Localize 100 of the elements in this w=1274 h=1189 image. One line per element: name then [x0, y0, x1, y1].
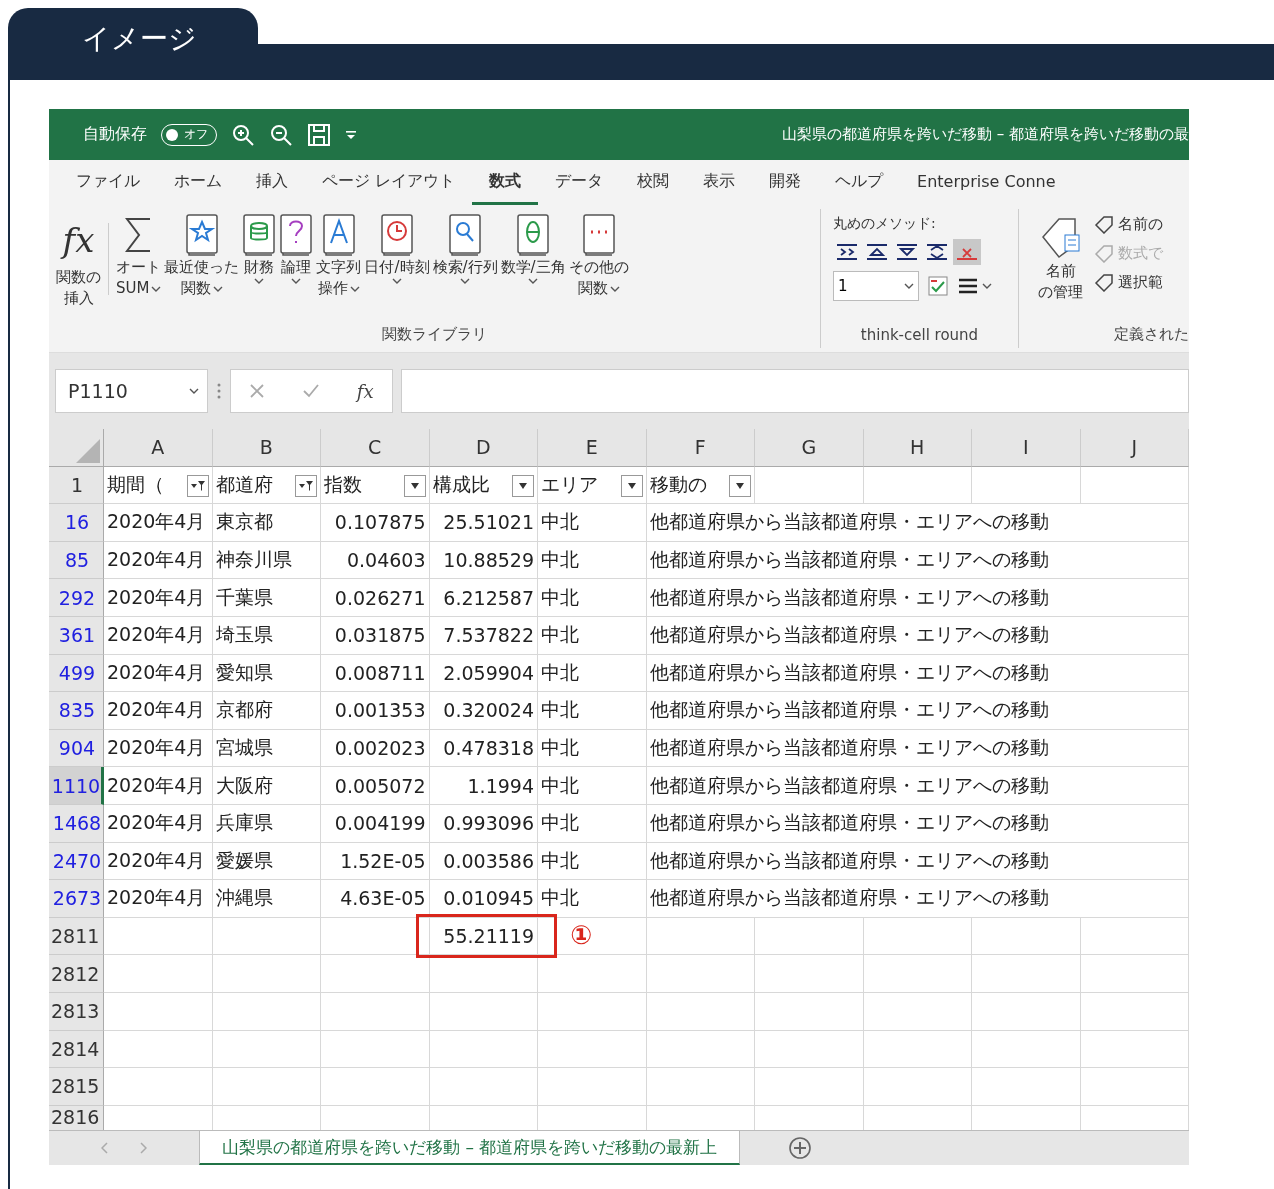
ribbon-tab[interactable]: ホーム [157, 160, 239, 205]
rounding-field[interactable]: 1 [833, 271, 919, 301]
sheet-tab[interactable]: 山梨県の都道府県を跨いだ移動 – 都道府県を跨いだ移動の最新上 [199, 1131, 741, 1165]
row-header[interactable]: 835 [49, 692, 104, 730]
caret-icon [212, 285, 223, 292]
ribbon-tab[interactable]: データ [538, 160, 621, 205]
column-header[interactable]: E [538, 429, 647, 467]
table-cell: 0.478318 [429, 729, 538, 768]
ribbon-button[interactable]: 文字列 操作 [315, 213, 363, 325]
ribbon-button[interactable]: 論理 [278, 213, 315, 325]
column-header[interactable]: D [429, 429, 538, 467]
rounding-icon [925, 241, 949, 263]
ribbon-tab[interactable]: 校閲 [620, 160, 687, 205]
filter-button[interactable] [729, 474, 751, 497]
table-cell: 中北 [538, 504, 647, 542]
row-header[interactable]: 2811 [49, 917, 104, 956]
column-header[interactable]: F [646, 429, 755, 467]
function-category-icon [321, 213, 356, 257]
function-category-icon [448, 213, 483, 257]
checklist-icon[interactable] [927, 275, 949, 297]
zoom-out-icon[interactable] [269, 122, 293, 147]
column-header[interactable]: I [972, 429, 1081, 467]
row-header[interactable]: 2470 [49, 842, 104, 881]
ribbon-button[interactable]: 検索/行列 [431, 213, 499, 325]
table-cell: 0.320024 [429, 692, 538, 730]
table-cell: 0.001353 [321, 692, 430, 730]
insert-function-button[interactable]: fx [356, 380, 374, 402]
customize-icon[interactable] [345, 129, 357, 140]
row-header[interactable]: 2673 [49, 880, 104, 918]
row-header[interactable]: 904 [49, 729, 104, 768]
names-menu-item[interactable]: 選択範 [1094, 273, 1163, 292]
column-header[interactable]: C [321, 429, 430, 467]
row-header[interactable]: 1468 [49, 804, 104, 843]
name-box[interactable]: P1110 [55, 369, 208, 413]
name-manager-button[interactable]: 名前 の管理 [1037, 215, 1084, 325]
row-header[interactable]: 292 [49, 579, 104, 617]
table-cell: 兵庫県 [212, 804, 321, 843]
table-cell: 大阪府 [212, 767, 321, 805]
column-header[interactable]: B [212, 429, 321, 467]
row-header[interactable]: 2813 [49, 992, 104, 1031]
save-icon[interactable] [307, 122, 331, 147]
table-cell: 0.993096 [429, 804, 538, 843]
column-header[interactable]: J [1080, 429, 1189, 467]
table-cell: 0.002023 [321, 729, 430, 768]
ribbon-button[interactable]: 最近使った 関数 [163, 213, 241, 325]
ribbon-tab[interactable]: ファイル [59, 160, 157, 205]
function-category-icon [184, 213, 219, 257]
column-header[interactable]: A [104, 429, 213, 467]
row-header[interactable]: 1 [49, 466, 104, 505]
ribbon-tab[interactable]: 表示 [686, 160, 753, 205]
grip-icon [216, 382, 222, 400]
table-cell: エリア [538, 466, 647, 505]
row-header[interactable]: 2815 [49, 1068, 104, 1106]
table-cell: 2020年4月 [104, 804, 213, 843]
filter-button[interactable] [186, 474, 209, 497]
filter-icon [298, 478, 314, 493]
zoom-in-icon[interactable] [231, 122, 255, 147]
caret-icon [291, 278, 302, 284]
filter-button[interactable] [620, 474, 643, 497]
ribbon-button[interactable]: 日付/時刻 [363, 213, 431, 325]
column-header[interactable]: H [863, 429, 972, 467]
table-cell: 2020年4月 [104, 504, 213, 542]
ribbon-button[interactable]: その他の 関数 [567, 213, 630, 325]
ribbon-tab[interactable]: 挿入 [239, 160, 305, 205]
table-cell: 2020年4月 [104, 842, 213, 881]
table-cell: 他都道府県から当該都道府県・エリアへの移動 [646, 654, 1189, 693]
ribbon-tab[interactable]: Enterprise Conne [900, 160, 1073, 205]
filter-button[interactable] [512, 474, 534, 497]
filter-button[interactable] [403, 474, 426, 497]
table-cell: 2.059904 [429, 654, 538, 693]
row-header[interactable]: 2816 [49, 1105, 104, 1130]
column-header[interactable]: G [755, 429, 864, 467]
ribbon-tab[interactable]: ヘルプ [818, 160, 901, 205]
check-icon[interactable] [302, 383, 321, 399]
table-cell: 2020年4月 [104, 579, 213, 617]
filter-button[interactable] [295, 474, 317, 497]
ribbon-button[interactable]: 財務 [241, 213, 278, 325]
ribbon-button[interactable]: オート SUM [115, 213, 163, 325]
row-header[interactable]: 499 [49, 654, 104, 693]
row-header[interactable]: 2812 [49, 955, 104, 993]
ribbon-button[interactable]: fx 関数の 挿入 [55, 213, 102, 325]
add-sheet-icon[interactable] [788, 1136, 813, 1160]
table-cell: 指数 [321, 466, 430, 505]
table-cell: 期間（ [104, 466, 213, 505]
row-header[interactable]: 2814 [49, 1030, 104, 1069]
table-cell: 25.51021 [429, 504, 538, 542]
ribbon-tab[interactable]: ページ レイアウト [305, 160, 473, 205]
table-cell: 0.010945 [429, 880, 538, 918]
ribbon-button[interactable]: 数学/三角 [499, 213, 567, 325]
table-cell: 他都道府県から当該都道府県・エリアへの移動 [646, 692, 1189, 730]
ribbon-tab[interactable]: 開発 [752, 160, 819, 205]
table-cell: 0.004199 [321, 804, 430, 843]
row-header[interactable]: 361 [49, 616, 104, 655]
names-menu-item[interactable]: 名前の [1094, 215, 1163, 234]
row-header[interactable]: 1110 [49, 767, 104, 805]
menu-icon[interactable] [957, 276, 993, 296]
row-header[interactable]: 85 [49, 541, 104, 580]
row-header[interactable]: 16 [49, 504, 104, 542]
formula-field[interactable] [401, 369, 1189, 413]
table-cell: 埼玉県 [212, 616, 321, 655]
